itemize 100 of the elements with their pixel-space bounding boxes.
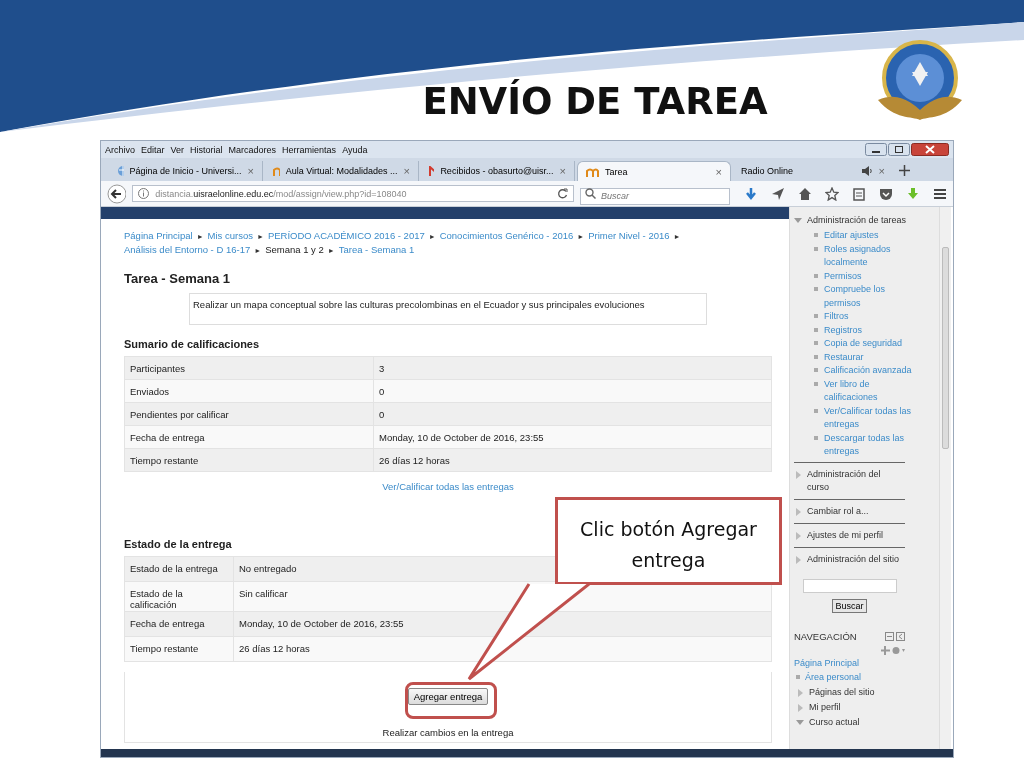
moodle-icon: [273, 165, 280, 177]
expand-arrow-icon[interactable]: [796, 719, 804, 725]
search-input[interactable]: [802, 578, 897, 593]
download-icon[interactable]: [744, 186, 758, 201]
help-text: Realizar cambios en la entrega: [382, 727, 514, 738]
tab-close-button[interactable]: ×: [559, 165, 566, 177]
breadcrumb-link[interactable]: PERÍODO ACADÉMICO 2016 - 2017: [267, 229, 425, 242]
new-tab-icon[interactable]: [899, 165, 910, 176]
bullet-icon: [814, 341, 818, 345]
download-icon[interactable]: [906, 186, 920, 201]
search-button[interactable]: Buscar: [832, 598, 867, 613]
bullet-icon: [814, 246, 818, 251]
close-icon[interactable]: [911, 143, 949, 156]
home-icon[interactable]: [798, 186, 812, 201]
admin-menu-link[interactable]: Editar ajustes: [824, 229, 916, 243]
pocket-icon[interactable]: [879, 186, 893, 201]
speaker-icon[interactable]: [860, 166, 873, 176]
assignment-description: Realizar un mapa conceptual sobre las culturas precolombinas en el Ecuador y sus principales evoluciones: [189, 293, 707, 325]
breadcrumb-link[interactable]: Análisis del Entorno - D 16-17: [124, 243, 251, 256]
admin-menu-item[interactable]: Administración del curso: [807, 467, 905, 494]
menu-item[interactable]: Historial: [190, 144, 223, 155]
address-bar[interactable]: distancia.uisraelonline.edu.ec/mod/assign/view.php?id=108040: [132, 185, 574, 202]
table-cell: Pendientes por calificar: [124, 402, 374, 426]
table-cell: Participantes: [124, 356, 374, 380]
admin-menu-link[interactable]: Roles asignados localmente: [824, 242, 916, 270]
tab-close-button[interactable]: ×: [715, 165, 722, 178]
admin-menu-link[interactable]: Descargar todas las entregas: [824, 431, 916, 459]
admin-menu-item[interactable]: Administración de tareas: [807, 214, 907, 227]
browser-tab[interactable]: Tarea ×: [577, 161, 731, 181]
admin-menu-link[interactable]: Restaurar: [824, 350, 916, 364]
admin-menu-link[interactable]: Registros: [824, 323, 916, 337]
nav-item[interactable]: Área personal: [805, 670, 862, 684]
table-cell: Tiempo restante: [124, 636, 234, 662]
admin-menu-link[interactable]: Compruebe los permisos: [824, 283, 916, 310]
grade-all-link[interactable]: Ver/Calificar todas las entregas: [382, 481, 514, 492]
menu-item[interactable]: Archivo: [105, 144, 135, 155]
scrollbar[interactable]: [939, 207, 951, 749]
bullet-icon: [814, 233, 818, 237]
table-cell: Monday, 10 de October de 2016, 23:55: [373, 425, 772, 449]
admin-menu-link[interactable]: Ver libro de calificaciones: [824, 377, 916, 405]
info-icon: [138, 188, 150, 199]
add-submission-button[interactable]: Agregar entrega: [407, 688, 489, 705]
nav-item[interactable]: Páginas del sitio: [809, 685, 909, 699]
bullet-icon: [814, 435, 818, 440]
bullet-icon: [814, 314, 818, 318]
admin-menu-link[interactable]: Ver/Calificar todas las entregas: [824, 404, 916, 432]
breadcrumb-link[interactable]: Página Principal: [124, 229, 193, 242]
menu-item[interactable]: Ver: [170, 144, 185, 155]
admin-menu-item[interactable]: Administración del sitio: [807, 552, 905, 566]
admin-menu-link[interactable]: Copia de seguridad: [824, 337, 916, 351]
bullet-icon: [814, 408, 818, 413]
table-cell: 3: [373, 356, 772, 380]
breadcrumb-link[interactable]: Primer Nivel - 2016: [588, 229, 670, 242]
menu-icon[interactable]: [933, 186, 947, 201]
bullet-icon: [814, 354, 818, 359]
block-controls-icon[interactable]: [885, 631, 905, 641]
nav-link[interactable]: Página Principal: [794, 656, 935, 670]
maximize-icon[interactable]: [888, 143, 910, 156]
table-cell: Fecha de entrega: [124, 611, 234, 637]
assignment-title: Tarea - Semana 1: [124, 271, 231, 286]
clipboard-icon[interactable]: [852, 186, 866, 201]
bullet-icon: [814, 287, 818, 291]
menu-item[interactable]: Editar: [141, 144, 165, 155]
bullet-icon: [814, 381, 818, 386]
star-icon[interactable]: [825, 186, 839, 201]
table-cell: Estado de la calificación: [124, 581, 234, 612]
table-cell: Tiempo restante: [124, 448, 374, 472]
nav-item[interactable]: Curso actual: [809, 715, 909, 729]
breadcrumb-link[interactable]: Conocimientos Genérico - 2016: [439, 229, 574, 242]
block-title: NAVEGACIÓN: [794, 630, 857, 642]
admin-menu-link[interactable]: Calificación avanzada: [824, 364, 916, 378]
bullet-icon: [796, 674, 800, 679]
back-icon[interactable]: [107, 183, 127, 204]
menu-item[interactable]: Marcadores: [228, 144, 277, 155]
slide-title: ENVÍO DE TAREA: [421, 80, 769, 123]
send-icon[interactable]: [771, 186, 785, 201]
nav-item[interactable]: Mi perfil: [809, 700, 909, 714]
move-settings-icon[interactable]: [881, 645, 905, 655]
menu-item[interactable]: Herramientas: [282, 144, 337, 155]
expand-arrow-icon[interactable]: [794, 218, 802, 223]
browser-tab[interactable]: Radio Online ×: [733, 161, 893, 181]
bullet-icon: [814, 368, 818, 372]
menu-item[interactable]: Ayuda: [342, 144, 368, 155]
admin-menu-item[interactable]: Cambiar rol a...: [807, 504, 905, 518]
admin-menu-link[interactable]: Permisos: [824, 269, 916, 283]
table-cell: 0: [373, 402, 772, 426]
tab-close-button[interactable]: ×: [878, 165, 885, 177]
admin-menu-item[interactable]: Ajustes de mi perfil: [807, 528, 905, 542]
reload-icon[interactable]: [557, 188, 568, 199]
tab-close-button[interactable]: ×: [247, 165, 254, 177]
breadcrumb-link[interactable]: Tarea - Semana 1: [338, 243, 415, 256]
tab-close-button[interactable]: ×: [403, 165, 410, 177]
search-field[interactable]: Buscar: [580, 187, 730, 205]
table-cell: Enviados: [124, 379, 374, 403]
minimize-icon[interactable]: [865, 143, 887, 156]
table-cell: Fecha de entrega: [124, 425, 374, 449]
breadcrumb-link[interactable]: Mis cursos: [207, 229, 253, 242]
table-cell: Estado de la entrega: [124, 556, 234, 582]
section-heading: Estado de la entrega: [124, 538, 232, 550]
admin-menu-link[interactable]: Filtros: [824, 310, 916, 324]
